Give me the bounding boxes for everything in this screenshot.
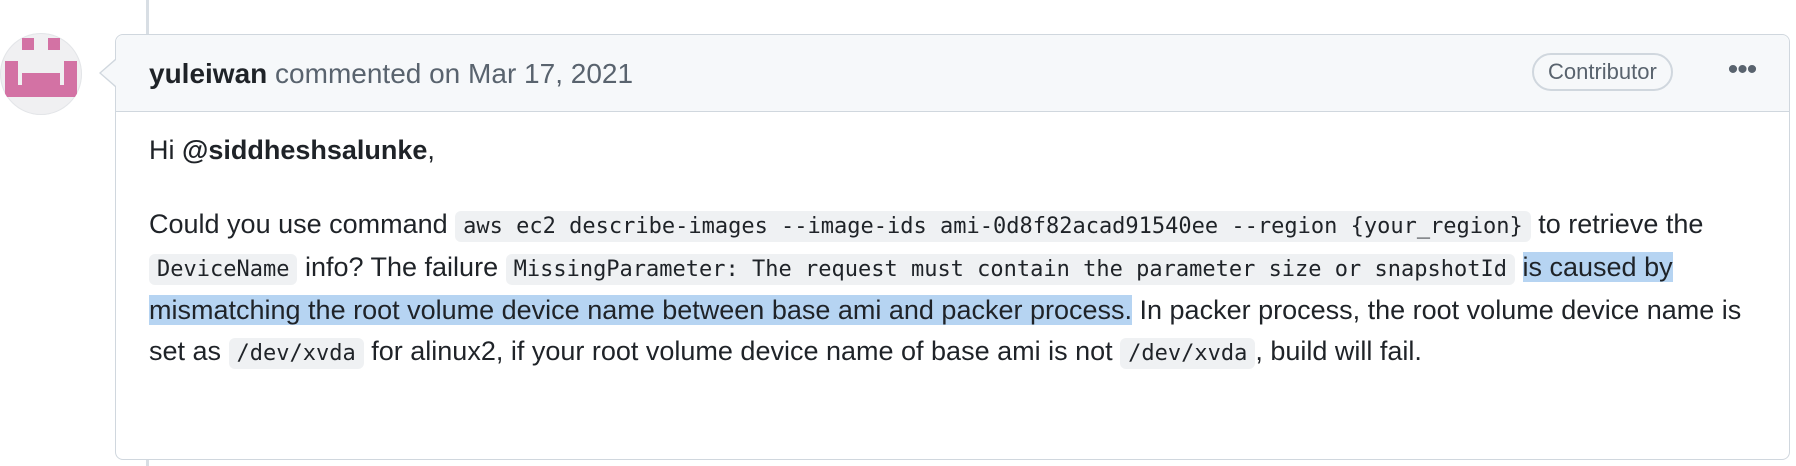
greeting-text: Hi xyxy=(149,135,182,165)
main-paragraph: Could you use command aws ec2 describe-i… xyxy=(149,204,1764,374)
role-badge: Contributor xyxy=(1532,53,1673,91)
text-span xyxy=(1515,252,1523,282)
user-mention-link[interactable]: @siddheshsalunke xyxy=(182,135,427,165)
kebab-horizontal-icon[interactable]: ••• xyxy=(1714,55,1770,87)
text-span: , build will fail. xyxy=(1255,336,1422,366)
comment-card: yuleiwan commented on Mar 17, 2021 Contr… xyxy=(99,34,1790,460)
inline-code-device-path: /dev/xvda xyxy=(228,338,364,369)
inline-code-command: aws ec2 describe-images --image-ids ami-… xyxy=(455,211,1531,242)
greeting-paragraph: Hi @siddheshsalunke, xyxy=(149,130,1764,171)
text-span: Could you use command xyxy=(149,209,456,239)
identicon-icon xyxy=(5,38,77,97)
avatar[interactable] xyxy=(0,33,82,115)
inline-code-error: MissingParameter: The request must conta… xyxy=(505,254,1515,285)
inline-code-devicename: DeviceName xyxy=(149,254,298,285)
action-text: commented on xyxy=(267,58,469,89)
inline-code-device-path: /dev/xvda xyxy=(1120,338,1256,369)
comment-body: Hi @siddheshsalunke, Could you use comma… xyxy=(149,130,1764,374)
comment-header-text: yuleiwan commented on Mar 17, 2021 xyxy=(149,58,633,90)
header-caret-fill xyxy=(101,60,116,86)
text-span: to retrieve the xyxy=(1530,209,1704,239)
author-link[interactable]: yuleiwan xyxy=(149,58,267,89)
text-span: info? The failure xyxy=(297,252,506,282)
timestamp-link[interactable]: Mar 17, 2021 xyxy=(468,58,633,89)
greeting-suffix: , xyxy=(427,135,435,165)
comment-header: yuleiwan commented on Mar 17, 2021 Contr… xyxy=(116,35,1789,112)
text-span: for alinux2, if your root volume device … xyxy=(363,336,1121,366)
